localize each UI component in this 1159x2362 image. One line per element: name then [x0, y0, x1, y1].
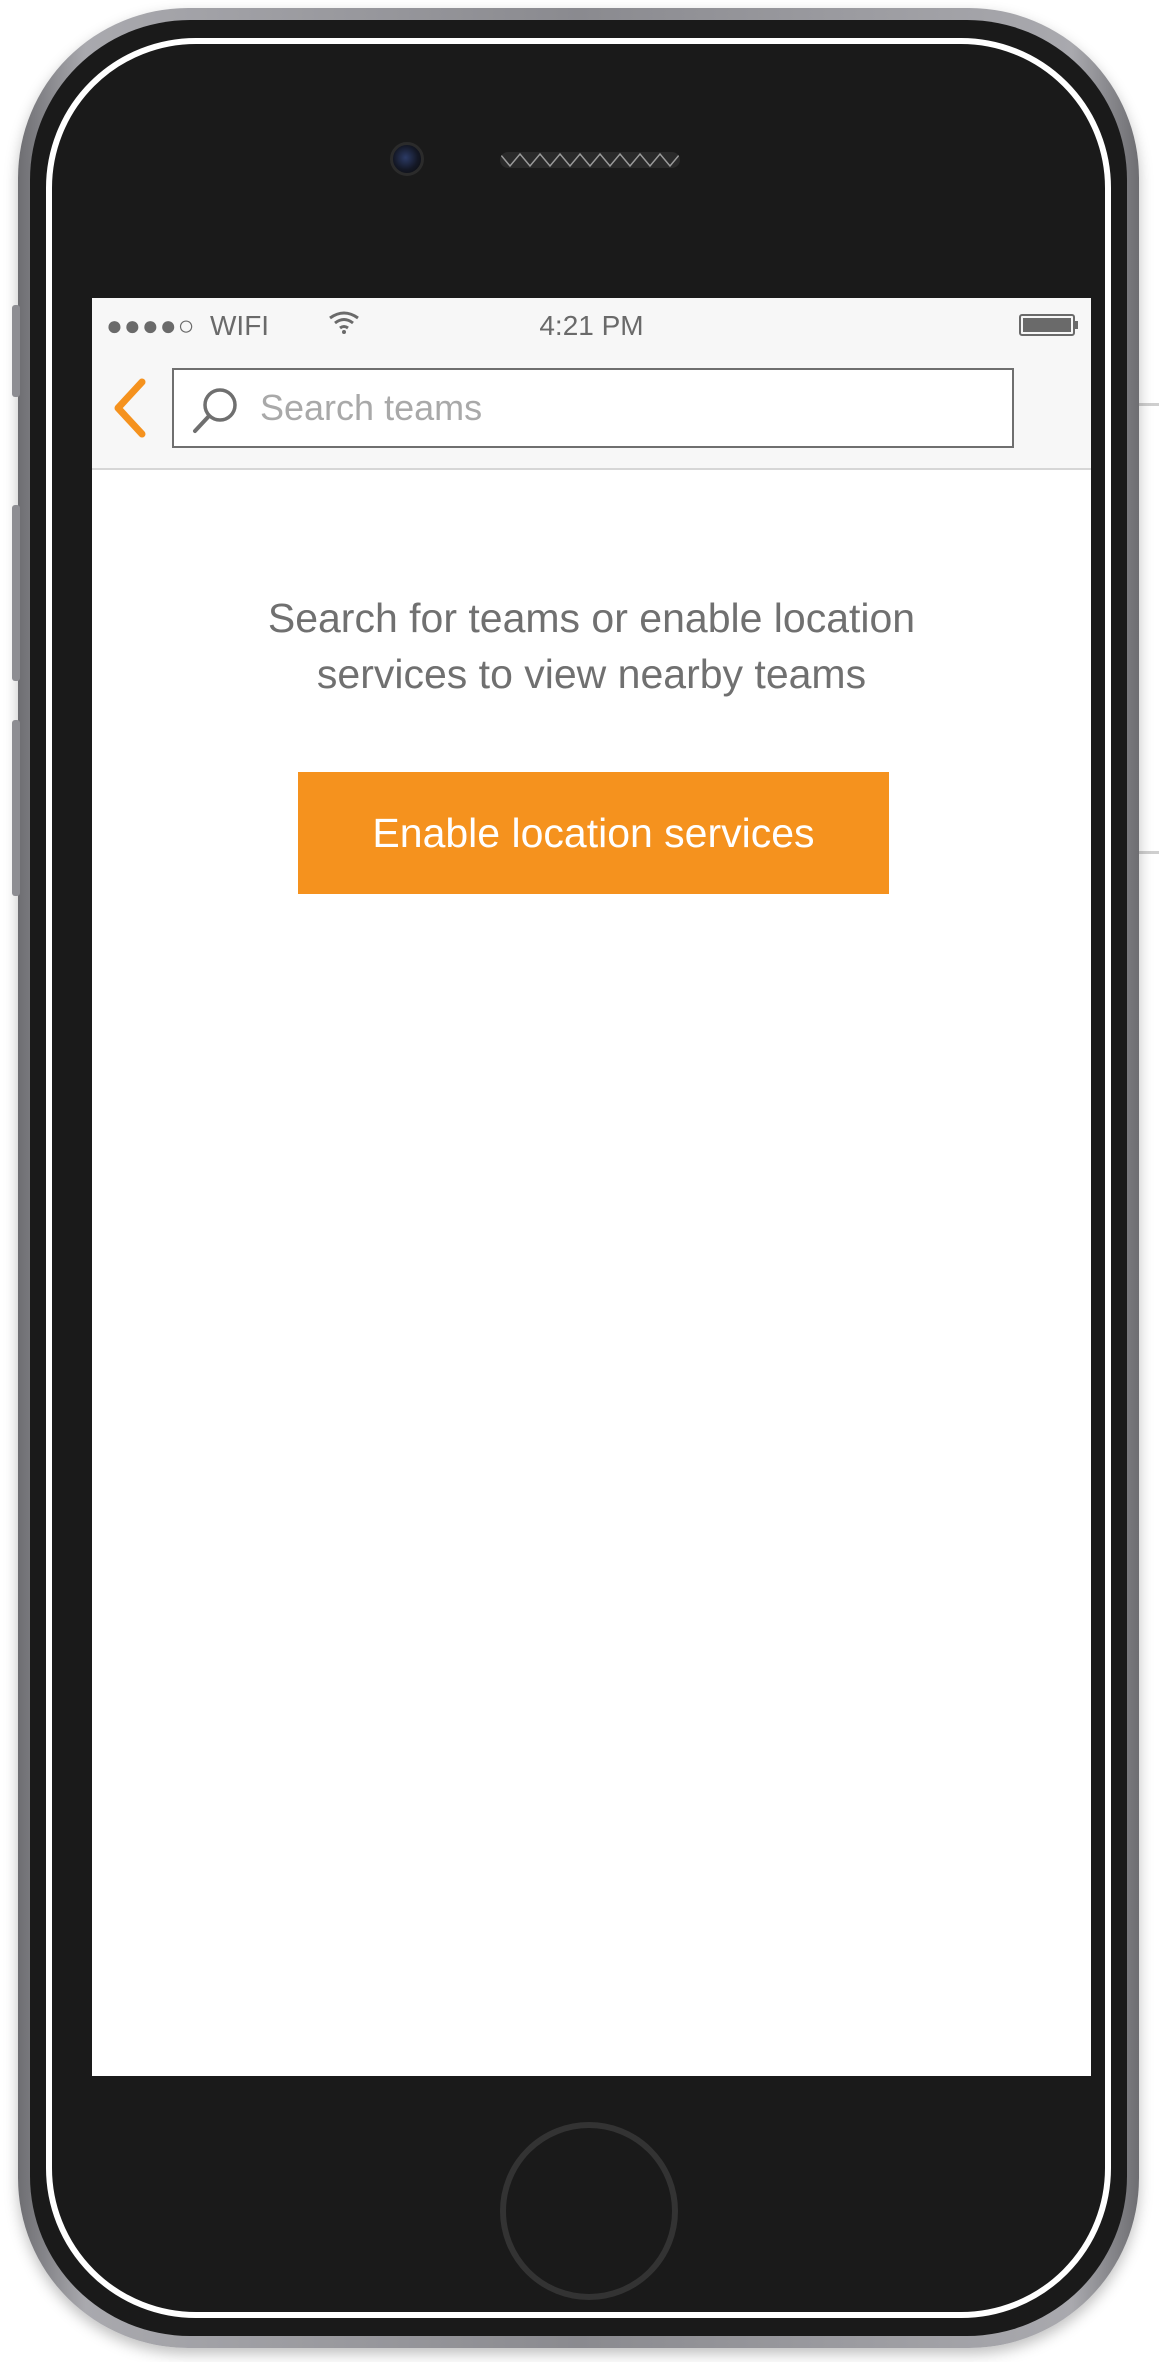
status-bar: ●●●●○ WIFI 4:21 PM — [92, 298, 1091, 352]
enable-location-services-button[interactable]: Enable location services — [298, 772, 889, 894]
earpiece-speaker — [500, 152, 680, 168]
back-button[interactable] — [108, 376, 154, 440]
empty-state-message: Search for teams or enable location serv… — [152, 590, 1031, 702]
volume-up-button — [12, 505, 20, 681]
search-input[interactable] — [260, 374, 990, 442]
status-time: 4:21 PM — [539, 310, 644, 341]
navigation-bar — [92, 352, 1091, 470]
battery-icon — [1019, 314, 1078, 336]
search-icon — [193, 388, 237, 433]
search-bar[interactable] — [172, 368, 1014, 448]
mute-switch — [12, 305, 20, 397]
home-button[interactable] — [500, 2122, 678, 2300]
volume-down-button — [12, 720, 20, 896]
empty-state-line-1: Search for teams or enable location — [267, 595, 916, 641]
front-camera — [390, 142, 424, 176]
canvas: ●●●●○ WIFI 4:21 PM Search teams Search f… — [0, 0, 1159, 2362]
empty-state-line-2: services to view nearby teams — [316, 651, 867, 697]
chevron-left-icon — [114, 378, 146, 438]
device-screen: ●●●●○ WIFI 4:21 PM Search teams Search f… — [92, 298, 1091, 2076]
